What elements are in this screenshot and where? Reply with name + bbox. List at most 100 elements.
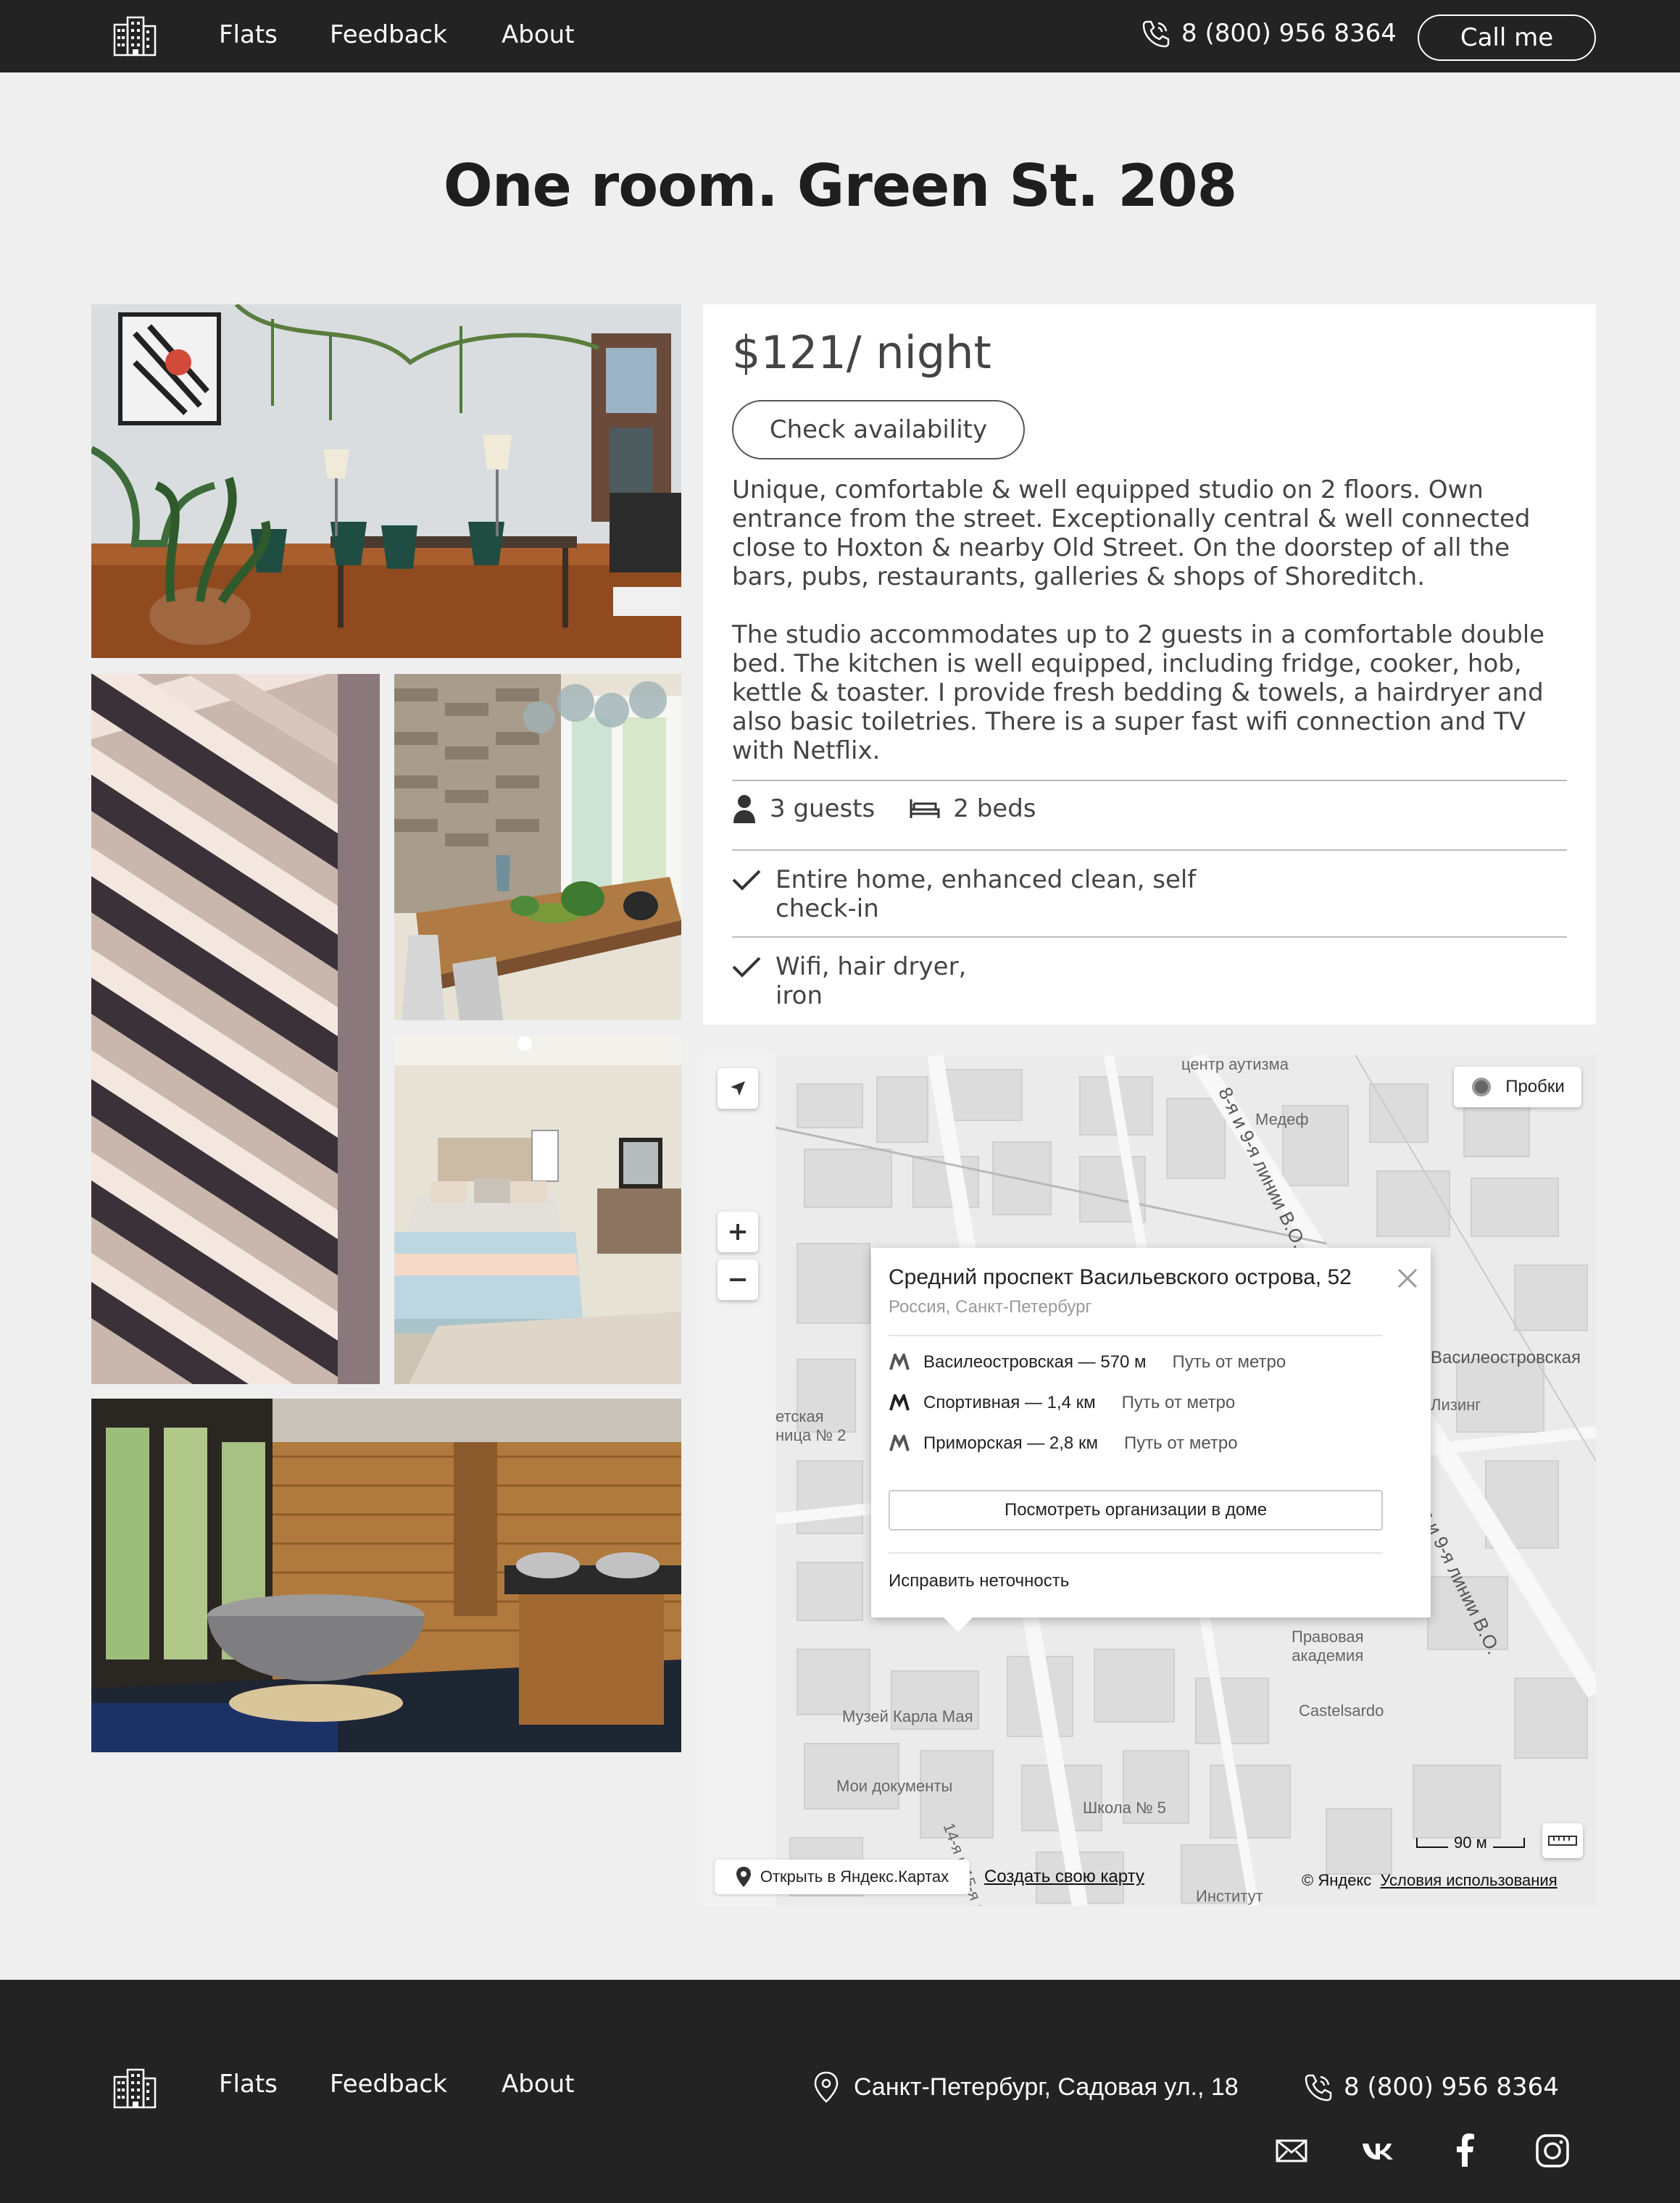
- nav-about-link[interactable]: About: [502, 20, 575, 49]
- photo-bedroom[interactable]: [394, 1036, 681, 1384]
- map-label-medef: Медеф: [1255, 1110, 1309, 1128]
- checkmark-icon: [732, 957, 761, 978]
- navigation-arrow-icon: [731, 1081, 745, 1096]
- ruler-button[interactable]: [1542, 1823, 1583, 1858]
- bed-icon: [910, 799, 940, 818]
- address-popup: Средний проспект Васильевского острова, …: [871, 1248, 1431, 1632]
- building-logo-icon[interactable]: [112, 2068, 158, 2109]
- metro-route-link[interactable]: Путь от метро: [1122, 1393, 1236, 1413]
- popup-divider: [889, 1552, 1383, 1554]
- close-icon[interactable]: [1394, 1265, 1421, 1291]
- popup-divider: [889, 1335, 1383, 1336]
- map-label-autism-center: центр аутизма: [1181, 1055, 1289, 1073]
- phone-icon: [1142, 20, 1170, 48]
- metro-row[interactable]: Спортивная — 1,4 км Путь от метро: [889, 1393, 1235, 1413]
- feature-line: iron: [775, 981, 823, 1010]
- divider: [732, 780, 1567, 781]
- footer-phone[interactable]: 8 (800) 956 8364: [1302, 2071, 1559, 2103]
- capacity-row: 3 guests 2 beds: [732, 794, 1036, 823]
- zoom-in-button[interactable]: [718, 1212, 758, 1252]
- scale-value: 90 м: [1454, 1833, 1487, 1852]
- map-pin-icon: [736, 1867, 751, 1887]
- site-header: Flats Feedback About 8 (800) 956 8364 Ca…: [0, 0, 1680, 72]
- scale-bar-left: [1416, 1838, 1448, 1848]
- metro-name: Василеостровская — 570 м: [923, 1352, 1147, 1372]
- plus-icon: [730, 1224, 746, 1240]
- map-scale: 90 м: [1416, 1833, 1525, 1852]
- description-paragraph-1: Unique, comfortable & well equipped stud…: [732, 475, 1531, 591]
- email-icon[interactable]: [1273, 2132, 1310, 2170]
- feature-entire-home: Entire home, enhanced clean, self check-i…: [732, 865, 1196, 923]
- map-label-leasing: Лизинг: [1431, 1396, 1481, 1414]
- header-phone-number: 8 (800) 956 8364: [1181, 19, 1397, 48]
- report-error-link[interactable]: Исправить неточность: [889, 1571, 1069, 1591]
- metro-name: Спортивная — 1,4 км: [923, 1393, 1096, 1412]
- traffic-light-icon: [1472, 1078, 1492, 1096]
- check-availability-button[interactable]: Check availability: [732, 400, 1025, 459]
- minus-icon: [730, 1278, 746, 1281]
- metro-name: Приморская — 2,8 км: [923, 1433, 1098, 1453]
- footer-phone-number: 8 (800) 956 8364: [1344, 2073, 1559, 2102]
- feature-line: Wifi, hair dryer,: [775, 952, 967, 981]
- geolocation-button[interactable]: [718, 1068, 758, 1109]
- traffic-label: Пробки: [1505, 1077, 1565, 1096]
- nav-flats-link[interactable]: Flats: [219, 20, 278, 49]
- facebook-icon[interactable]: [1447, 2132, 1484, 2170]
- phone-icon: [1305, 2074, 1332, 2102]
- feature-amenities: Wifi, hair dryer, iron: [732, 952, 966, 1010]
- map-label-institute: Институт: [1196, 1887, 1263, 1905]
- map-label-vasileostrovskaya: Василеостровская: [1431, 1348, 1581, 1367]
- metro-icon: [889, 1435, 910, 1452]
- nav-feedback-link[interactable]: Feedback: [330, 20, 447, 49]
- location-pin-icon: [814, 2071, 839, 2103]
- metro-route-link[interactable]: Путь от метро: [1124, 1433, 1238, 1454]
- zoom-out-button[interactable]: [718, 1259, 758, 1300]
- open-in-yandex-maps-button[interactable]: Открыть в Яндекс.Картах: [715, 1860, 970, 1894]
- popup-city: Россия, Санкт-Петербург: [889, 1297, 1092, 1317]
- ruler-icon: [1548, 1836, 1577, 1846]
- yandex-map[interactable]: центр аутизма Медеф 8-я и 9-я линии В.О.…: [703, 1055, 1596, 1906]
- call-me-button[interactable]: Call me: [1418, 14, 1596, 61]
- checkmark-icon: [732, 870, 761, 891]
- footer-feedback-link[interactable]: Feedback: [330, 2070, 447, 2099]
- footer-address-text: Санкт-Петербург, Садовая ул., 18: [854, 2073, 1239, 2101]
- page-title: One room. Green St. 208: [443, 152, 1238, 220]
- instagram-icon[interactable]: [1534, 2132, 1571, 2170]
- divider: [732, 936, 1567, 938]
- photo-dining-kitchen[interactable]: [394, 674, 681, 1020]
- footer-address: Санкт-Петербург, Садовая ул., 18: [813, 2071, 1239, 2103]
- map-label-documents: Мои документы: [836, 1777, 953, 1795]
- open-map-label: Открыть в Яндекс.Картах: [760, 1867, 949, 1886]
- traffic-button[interactable]: Пробки: [1454, 1067, 1581, 1107]
- footer-about-link[interactable]: About: [502, 2070, 575, 2099]
- site-footer: Flats Feedback About Санкт-Петербург, Са…: [0, 1980, 1680, 2203]
- footer-flats-link[interactable]: Flats: [219, 2070, 278, 2099]
- metro-row[interactable]: Василеостровская — 570 м Путь от метро: [889, 1352, 1286, 1373]
- metro-icon: [889, 1394, 910, 1411]
- metro-route-link[interactable]: Путь от метро: [1173, 1352, 1286, 1373]
- map-label-school-5: Школа № 5: [1083, 1799, 1166, 1817]
- divider: [732, 849, 1567, 851]
- map-label-law-academy: Правовая академия: [1292, 1628, 1364, 1665]
- popup-address: Средний проспект Васильевского острова, …: [889, 1265, 1352, 1289]
- create-map-link[interactable]: Создать свою карту: [984, 1867, 1144, 1887]
- view-organizations-button[interactable]: Посмотреть организации в доме: [889, 1490, 1383, 1531]
- listing-info-card: $121/ night Check availability Unique, c…: [703, 304, 1596, 1025]
- copyright-text: © Яндекс Условия использования: [1302, 1871, 1558, 1890]
- photo-building-facade[interactable]: [91, 674, 380, 1384]
- metro-row[interactable]: Приморская — 2,8 км Путь от метро: [889, 1433, 1238, 1454]
- map-label-school: етская ница № 2: [775, 1407, 847, 1444]
- photo-living-room[interactable]: [91, 304, 681, 658]
- map-label-museum: Музей Карла Мая: [842, 1707, 973, 1725]
- description-paragraph-2: The studio accommodates up to 2 guests i…: [732, 620, 1545, 765]
- header-phone[interactable]: 8 (800) 956 8364: [1139, 17, 1397, 49]
- building-logo-icon[interactable]: [112, 16, 158, 57]
- photo-bathroom[interactable]: [91, 1399, 681, 1752]
- feature-line: Entire home, enhanced clean, self: [775, 865, 1197, 894]
- vk-icon[interactable]: [1360, 2132, 1397, 2170]
- map-label-castelsardo: Castelsardo: [1299, 1702, 1384, 1720]
- copyright: © Яндекс: [1302, 1871, 1372, 1889]
- feature-line: check-in: [775, 894, 879, 923]
- scale-bar-right: [1492, 1838, 1525, 1848]
- terms-link[interactable]: Условия использования: [1380, 1871, 1557, 1889]
